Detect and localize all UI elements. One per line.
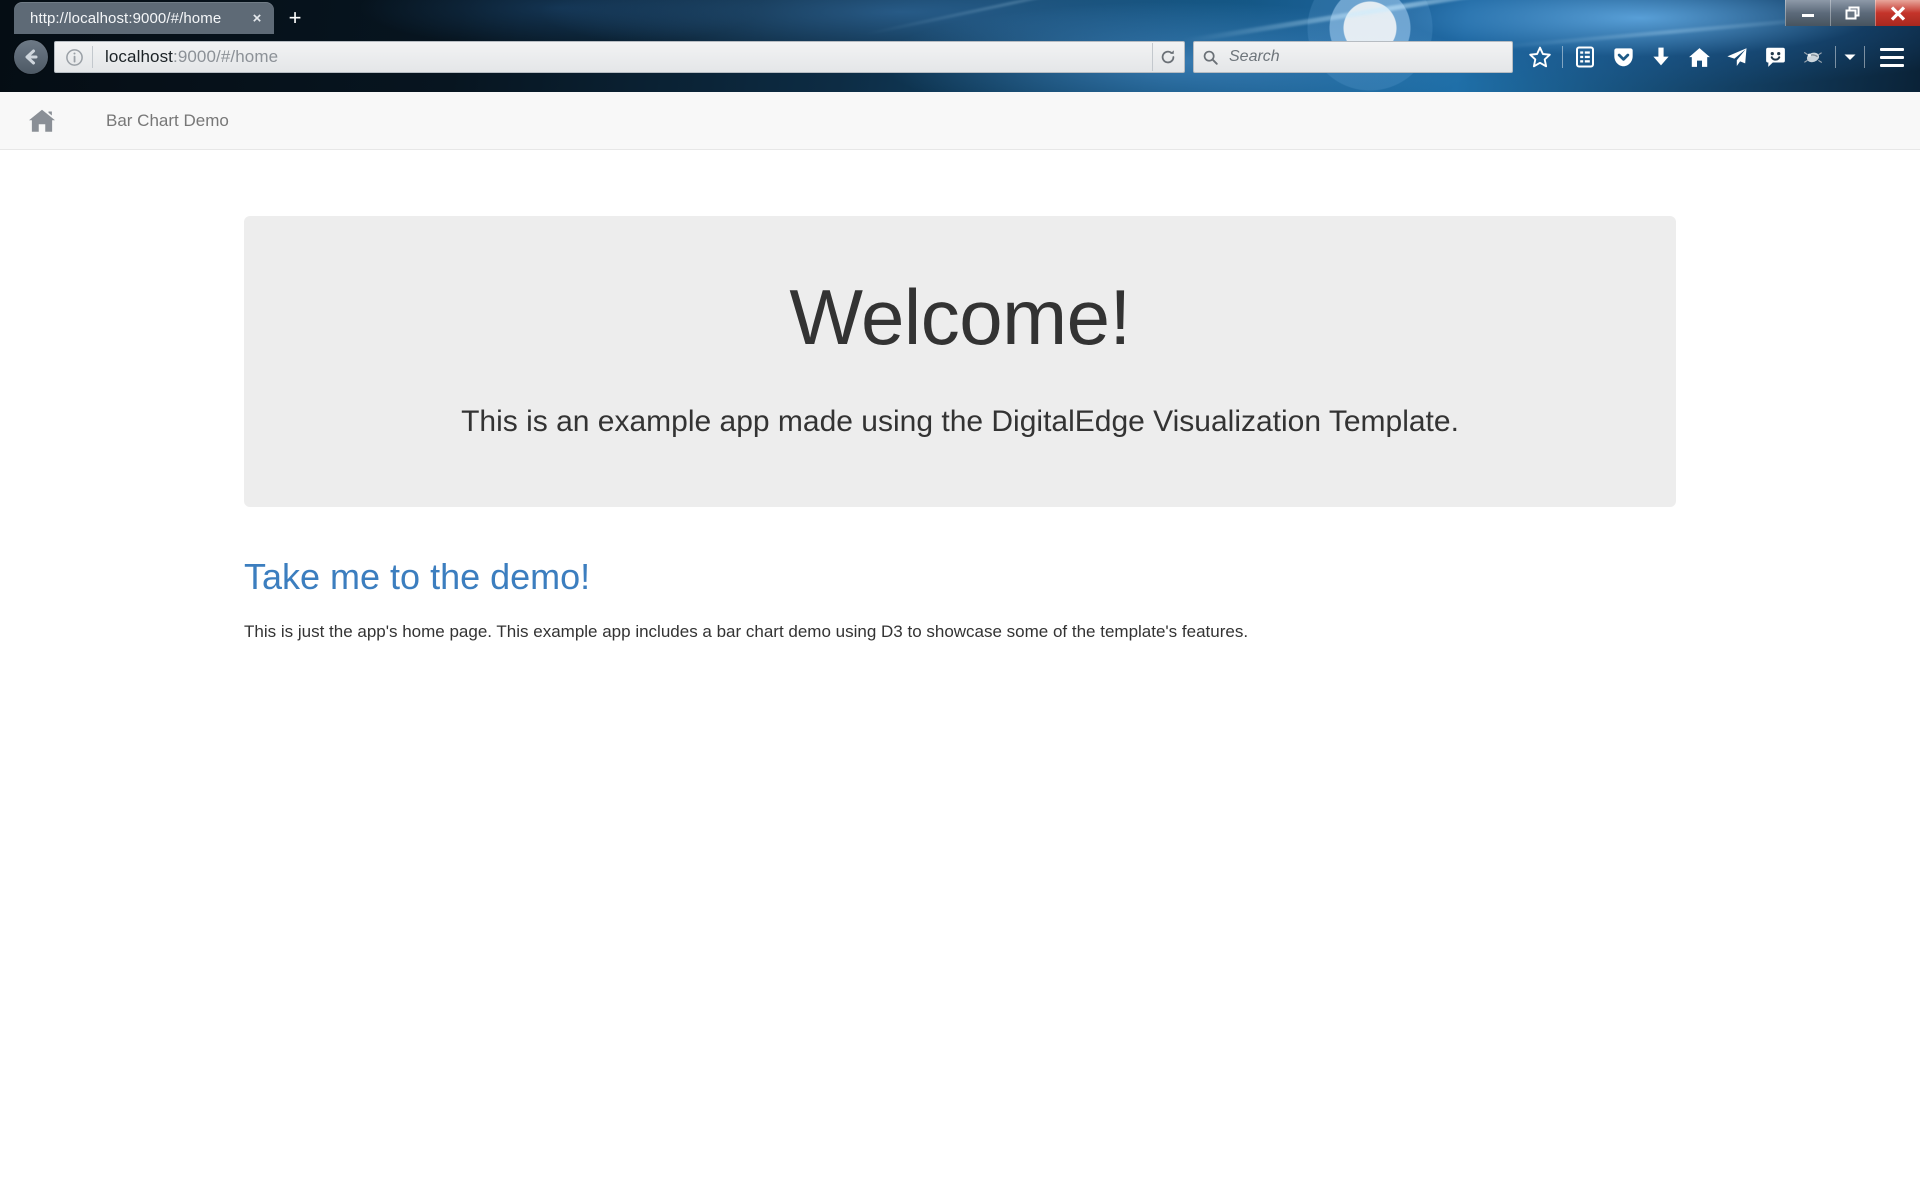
page-container: Welcome! This is an example app made usi… xyxy=(244,150,1676,645)
restore-button[interactable] xyxy=(1830,0,1875,26)
new-tab-button[interactable]: + xyxy=(278,2,312,34)
back-arrow-icon[interactable] xyxy=(14,40,48,74)
tab-close-icon[interactable]: × xyxy=(244,5,270,31)
bookmark-star-icon[interactable] xyxy=(1521,40,1559,74)
navbar-item-bar-chart-demo[interactable]: Bar Chart Demo xyxy=(88,98,247,144)
toolbar-separator xyxy=(1835,46,1836,68)
home-icon[interactable] xyxy=(1680,40,1718,74)
demo-description: This is just the app's home page. This e… xyxy=(244,620,1676,645)
search-icon xyxy=(1202,49,1219,66)
page-subtitle: This is an example app made using the Di… xyxy=(304,401,1616,443)
browser-tab[interactable]: http://localhost:9000/#/home × xyxy=(14,2,274,34)
welcome-jumbotron: Welcome! This is an example app made usi… xyxy=(244,216,1676,507)
url-path: :9000/#/home xyxy=(173,47,278,66)
tab-title: http://localhost:9000/#/home xyxy=(30,10,244,27)
chevron-down-icon[interactable] xyxy=(1839,40,1861,74)
url-input[interactable]: localhost:9000/#/home xyxy=(93,47,1152,67)
browser-toolbar-icons xyxy=(1521,40,1912,74)
toolbar-separator xyxy=(1864,46,1865,68)
app-navbar: Bar Chart Demo xyxy=(0,92,1920,150)
url-host: localhost xyxy=(105,47,173,66)
page-viewport: Bar Chart Demo Welcome! This is an examp… xyxy=(0,92,1920,1200)
smiley-feedback-icon[interactable] xyxy=(1756,40,1794,74)
downloads-icon[interactable] xyxy=(1642,40,1680,74)
info-icon[interactable] xyxy=(61,46,93,68)
send-tab-icon[interactable] xyxy=(1718,40,1756,74)
close-button[interactable] xyxy=(1875,0,1920,26)
take-me-to-demo-link[interactable]: Take me to the demo! xyxy=(244,555,1676,598)
search-input[interactable]: Search xyxy=(1219,48,1280,66)
search-bar[interactable]: Search xyxy=(1193,41,1513,73)
tab-strip: http://localhost:9000/#/home × + xyxy=(0,0,1920,34)
navbar-home-icon[interactable] xyxy=(18,98,66,144)
minimize-button[interactable] xyxy=(1785,0,1830,26)
navigation-toolbar: localhost:9000/#/home Search xyxy=(0,34,1920,80)
pocket-icon[interactable] xyxy=(1604,40,1642,74)
window-controls xyxy=(1785,0,1920,26)
hamburger-menu-icon[interactable] xyxy=(1872,40,1912,74)
url-bar[interactable]: localhost:9000/#/home xyxy=(54,41,1185,73)
bug-icon[interactable] xyxy=(1794,40,1832,74)
browser-chrome: http://localhost:9000/#/home × + xyxy=(0,0,1920,92)
reload-icon[interactable] xyxy=(1152,43,1182,71)
page-title: Welcome! xyxy=(304,276,1616,359)
reading-list-icon[interactable] xyxy=(1566,40,1604,74)
toolbar-separator xyxy=(1562,46,1563,68)
